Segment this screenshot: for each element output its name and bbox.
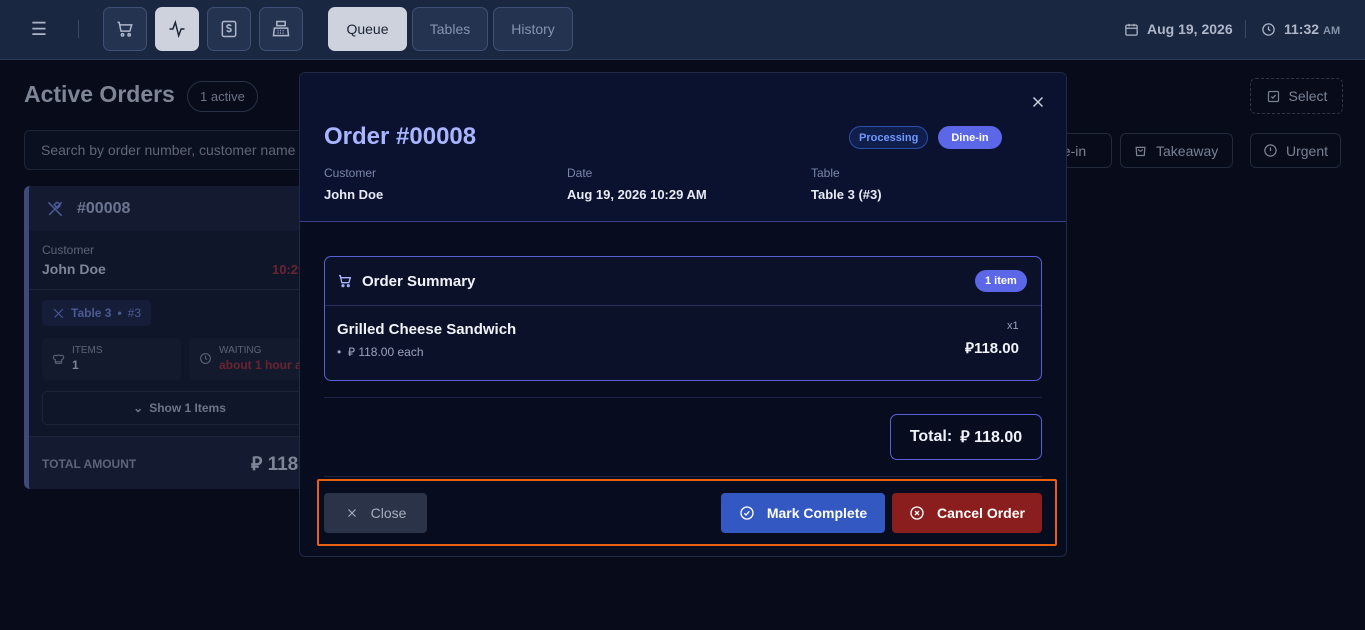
calendar-icon: [1125, 23, 1138, 36]
order-summary-header: Order Summary: [325, 257, 1041, 306]
utensils-icon: [53, 308, 64, 318]
card-table-label: Table 3: [71, 306, 112, 320]
register-icon: [272, 20, 290, 37]
dollar-button[interactable]: [207, 7, 251, 51]
clock-icon: [200, 353, 211, 364]
card-customer-label: Customer: [42, 243, 95, 257]
modal-title: Order #00008: [324, 123, 477, 150]
select-button[interactable]: Select: [1250, 78, 1343, 114]
activity-button[interactable]: [155, 7, 199, 51]
close-button[interactable]: Close: [324, 493, 427, 533]
clock-icon: [1262, 22, 1275, 36]
cart-icon: [339, 275, 352, 288]
meta-customer: Customer John Doe: [324, 166, 383, 202]
mark-complete-button[interactable]: Mark Complete: [721, 493, 885, 533]
card-table-chip: Table 3 • #3: [42, 300, 152, 326]
mark-complete-label: Mark Complete: [766, 505, 868, 521]
activity-icon: [169, 19, 185, 39]
divider: [1245, 20, 1246, 38]
item-price: ⃃118.00: [965, 340, 1019, 357]
show-items-label: Show 1 Items: [149, 401, 226, 415]
status-badge: Processing: [849, 126, 929, 149]
filter-urgent-label: Urgent: [1285, 142, 1328, 159]
meta-table-label: Table: [811, 166, 840, 180]
menu-icon[interactable]: ☰: [28, 18, 50, 40]
cart-icon: [117, 21, 133, 37]
search-placeholder: Search by order number, customer name: [41, 142, 296, 158]
time-ampm: AM: [1323, 25, 1341, 37]
total-box: Total: ⃃ 118.00: [890, 414, 1042, 460]
date-text: Aug 19, 2026: [1147, 21, 1233, 37]
filter-takeaway-label: Takeaway: [1156, 142, 1219, 159]
active-count-badge: 1 active: [187, 81, 258, 112]
cart-button[interactable]: [103, 7, 147, 51]
order-summary-panel: Order Summary 1 item Grilled Cheese Sand…: [324, 256, 1042, 381]
meta-table-value: Table 3 (#3): [811, 187, 882, 202]
card-items-label: ITEMS: [72, 345, 103, 356]
close-icon[interactable]: [1029, 93, 1047, 111]
bag-icon: [1135, 146, 1146, 157]
item-unit-price-text: ⃃ 118.00 each: [347, 345, 424, 359]
utensils-icon: [47, 201, 63, 216]
divider: [78, 20, 79, 38]
check-circle-icon: [740, 506, 754, 520]
modal-header: Order #00008 Processing Dine-in Customer…: [300, 73, 1066, 222]
search-input[interactable]: Search by order number, customer name: [24, 130, 324, 170]
total-label: Total:: [909, 428, 953, 445]
meta-customer-label: Customer: [324, 166, 377, 180]
card-total-label: TOTAL AMOUNT: [42, 457, 137, 471]
show-items-button[interactable]: ⌄ Show 1 Items: [42, 391, 314, 425]
meta-date-value: Aug 19, 2026 10:29 AM: [567, 187, 707, 202]
current-date: Aug 19, 2026: [1124, 18, 1233, 40]
chevron-down-icon: ⌄: [133, 401, 144, 415]
select-label: Select: [1288, 88, 1328, 104]
order-card[interactable]: #00008 Customer John Doe 10:29 Table 3 •…: [24, 186, 314, 489]
chef-hat-icon: [52, 354, 65, 364]
register-button[interactable]: [259, 7, 303, 51]
meta-date: Date Aug 19, 2026 10:29 AM: [567, 166, 707, 202]
dollar-icon: [221, 20, 237, 38]
item-unit-price: • ⃃ 118.00 each: [337, 345, 424, 359]
card-items-stat: ITEMS 1: [42, 338, 181, 380]
x-circle-icon: [910, 506, 924, 520]
divider: [29, 289, 314, 290]
order-summary-title: Order Summary: [362, 272, 476, 290]
card-items-value: 1: [72, 358, 79, 372]
divider: [324, 397, 1042, 398]
total-value: ⃃ 118.00: [960, 429, 1023, 446]
item-count-badge: 1 item: [975, 270, 1027, 292]
page-title: Active Orders: [24, 81, 175, 107]
item-name: Grilled Cheese Sandwich: [337, 321, 517, 338]
tab-tables[interactable]: Tables: [412, 7, 488, 51]
cancel-order-label: Cancel Order: [937, 505, 1025, 521]
cancel-order-button[interactable]: Cancel Order: [892, 493, 1042, 533]
card-footer: TOTAL AMOUNT ⃃ 118: [29, 436, 314, 489]
card-total-value: ⃃ 118: [251, 454, 299, 475]
tab-history[interactable]: History: [493, 7, 573, 51]
meta-date-label: Date: [567, 166, 593, 180]
meta-table: Table Table 3 (#3): [811, 166, 882, 202]
filter-urgent-button[interactable]: Urgent: [1250, 133, 1341, 168]
item-quantity: x1: [1007, 320, 1019, 332]
filter-takeaway-button[interactable]: Takeaway: [1120, 133, 1233, 168]
card-header: #00008: [29, 186, 314, 231]
card-waiting-stat: WAITING about 1 hour ag: [189, 338, 314, 380]
chip-bullet: •: [117, 306, 122, 320]
alert-icon: [1264, 144, 1277, 157]
divider: [324, 476, 1042, 477]
card-order-number: #00008: [77, 199, 131, 217]
card-table-number: #3: [127, 306, 142, 320]
top-bar: ☰ Queue Tables History Aug 19, 2026 11:3…: [0, 0, 1365, 60]
close-label: Close: [370, 505, 407, 521]
meta-customer-value: John Doe: [324, 187, 384, 202]
order-type-badge: Dine-in: [938, 126, 1002, 149]
time-text: 11:32: [1284, 21, 1320, 37]
close-icon: [347, 509, 356, 517]
order-detail-modal: Order #00008 Processing Dine-in Customer…: [299, 72, 1067, 557]
tab-queue[interactable]: Queue: [328, 7, 407, 51]
checkbox-icon: [1267, 90, 1279, 102]
current-time: 11:32 AM: [1261, 18, 1340, 40]
